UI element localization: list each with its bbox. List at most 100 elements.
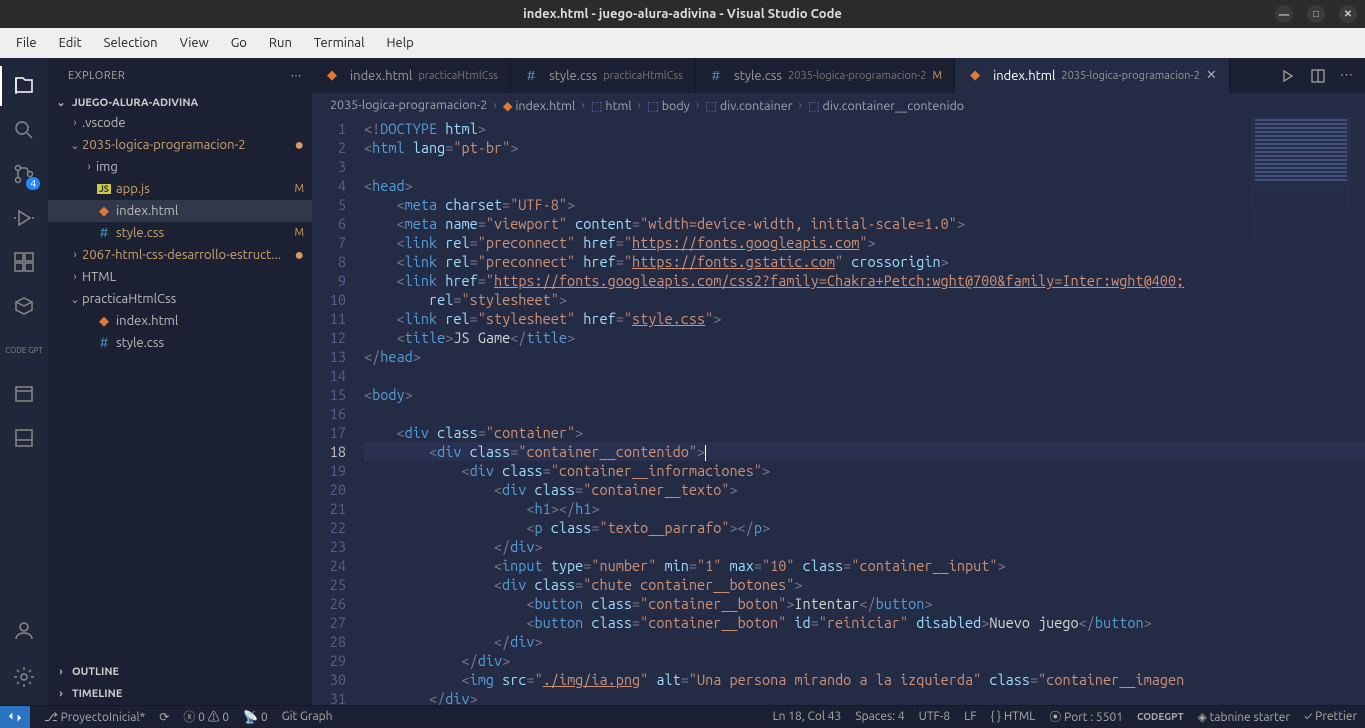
- code-content[interactable]: <!DOCTYPE html><html lang="pt-br"> <head…: [364, 117, 1365, 705]
- css-file-icon: #: [96, 336, 112, 350]
- tab-status: M: [933, 70, 943, 82]
- menu-run[interactable]: Run: [259, 32, 302, 54]
- status-encoding[interactable]: UTF-8: [919, 710, 950, 723]
- status-codegpt[interactable]: CODEGPT: [1137, 711, 1184, 722]
- tree-label: style.css: [116, 226, 290, 240]
- tab-desc: practicaHtmlCss: [418, 70, 498, 82]
- tree-label: index.html: [116, 204, 304, 218]
- tree-folder[interactable]: ⌄2035-logica-programacion-2●: [48, 134, 312, 156]
- chevron-icon: ›: [68, 271, 82, 283]
- tree-file[interactable]: #style.cssM: [48, 222, 312, 244]
- menu-terminal[interactable]: Terminal: [304, 32, 375, 54]
- activity-search[interactable]: [0, 110, 48, 150]
- close-button[interactable]: ✕: [1339, 5, 1357, 23]
- activity-settings[interactable]: [0, 657, 48, 697]
- timeline-section[interactable]: › TIMELINE: [48, 683, 312, 705]
- menu-go[interactable]: Go: [221, 32, 257, 54]
- chevron-icon: ⌄: [68, 293, 82, 306]
- status-eol[interactable]: LF: [964, 710, 976, 723]
- minimap[interactable]: [1251, 117, 1351, 277]
- css-file-icon: #: [708, 69, 724, 83]
- tree-folder[interactable]: ⌄practicaHtmlCss: [48, 288, 312, 310]
- breadcrumbs[interactable]: 2035-logica-programacion-2 › ◆ index.html ›…: [312, 93, 1365, 117]
- tree-folder[interactable]: ›2067-html-css-desarrollo-estruct...●: [48, 244, 312, 266]
- sidebar-more-icon[interactable]: ⋯: [291, 69, 303, 82]
- activity-codegpt[interactable]: CODE GPT: [0, 330, 48, 370]
- breadcrumb-sep: ›: [581, 98, 585, 112]
- breadcrumb-item[interactable]: ⬚ div.container__contenido: [808, 98, 964, 113]
- html-file-icon: ◆: [967, 68, 983, 83]
- tree-label: style.css: [116, 336, 304, 350]
- activity-explorer[interactable]: [0, 66, 48, 106]
- activity-panel[interactable]: [0, 418, 48, 458]
- run-icon[interactable]: [1280, 68, 1296, 84]
- breadcrumb-item[interactable]: ◆ index.html: [503, 98, 575, 113]
- sidebar-project-header[interactable]: ⌄ JUEGO-ALURA-ADIVINA: [48, 93, 312, 112]
- status-lncol[interactable]: Ln 18, Col 43: [773, 710, 842, 723]
- status-port[interactable]: ⦿ Port : 5501: [1049, 708, 1123, 725]
- activity-account[interactable]: [0, 611, 48, 651]
- breadcrumb-sep: ›: [493, 98, 497, 112]
- tab-desc: practicaHtmlCss: [603, 70, 683, 82]
- editor-tab[interactable]: ◆index.htmlpracticaHtmlCss: [312, 58, 511, 93]
- close-icon[interactable]: ✕: [1206, 68, 1217, 83]
- status-lang[interactable]: { } HTML: [991, 710, 1036, 723]
- breadcrumb-item[interactable]: ⬚ div.container: [705, 98, 792, 113]
- status-problems[interactable]: ⓧ 0 ⚠ 0: [183, 708, 229, 725]
- status-branch[interactable]: ⎇ ProyectoInicial*: [44, 710, 145, 724]
- breadcrumb-sep: ›: [638, 98, 642, 112]
- menu-file[interactable]: File: [6, 32, 47, 54]
- tree-file[interactable]: JSapp.jsM: [48, 178, 312, 200]
- html-file-icon: ◆: [96, 204, 112, 219]
- tree-folder[interactable]: ›img: [48, 156, 312, 178]
- chevron-icon: ›: [68, 249, 82, 261]
- status-sync[interactable]: ⟳: [159, 710, 169, 724]
- breadcrumb-sep: ›: [798, 98, 802, 112]
- editor-tab[interactable]: ◆index.html2035-logica-programacion-2✕: [955, 58, 1230, 93]
- html-file-icon: ◆: [324, 68, 340, 83]
- tree-file[interactable]: # style.css: [48, 332, 312, 354]
- tree-file[interactable]: ◆index.html: [48, 310, 312, 332]
- window-title: index.html - juego-alura-adivina - Visua…: [523, 7, 842, 21]
- minimize-button[interactable]: —: [1275, 5, 1293, 23]
- editor-tab[interactable]: #style.csspracticaHtmlCss: [511, 58, 696, 93]
- activity-extensions[interactable]: [0, 242, 48, 282]
- tree-label: 2067-html-css-desarrollo-estruct...: [82, 248, 294, 262]
- activity-scm[interactable]: 4: [0, 154, 48, 194]
- sidebar-title: EXPLORER ⋯: [48, 58, 312, 93]
- breadcrumb-item[interactable]: 2035-logica-programacion-2: [330, 98, 487, 112]
- editor-tabs: ◆index.htmlpracticaHtmlCss#style.cssprac…: [312, 58, 1365, 93]
- activity-docker[interactable]: [0, 286, 48, 326]
- chevron-icon: ⌄: [68, 139, 82, 152]
- tree-folder[interactable]: ›.vscode: [48, 112, 312, 134]
- status-signal[interactable]: 📡 0: [243, 710, 267, 724]
- breadcrumb-item[interactable]: ⬚ html: [591, 98, 632, 113]
- activity-project[interactable]: [0, 374, 48, 414]
- outline-section[interactable]: › OUTLINE: [48, 661, 312, 683]
- tree-folder[interactable]: ›HTML: [48, 266, 312, 288]
- breadcrumb-item[interactable]: ⬚ body: [647, 98, 690, 113]
- tree-label: app.js: [116, 182, 290, 196]
- editor-tab[interactable]: #style.css2035-logica-programacion-2M: [696, 58, 955, 93]
- tree-file[interactable]: ◆ index.html: [48, 200, 312, 222]
- remote-indicator[interactable]: [0, 706, 30, 728]
- menu-edit[interactable]: Edit: [49, 32, 92, 54]
- menu-selection[interactable]: Selection: [94, 32, 168, 54]
- git-status: M: [294, 227, 304, 239]
- status-gitgraph[interactable]: Git Graph: [282, 710, 333, 723]
- split-icon[interactable]: [1310, 68, 1326, 84]
- menu-help[interactable]: Help: [376, 32, 423, 54]
- status-tabnine[interactable]: ◈ tabnine starter: [1198, 710, 1290, 724]
- more-icon[interactable]: ⋯: [1340, 68, 1353, 83]
- file-tree: ›.vscode⌄2035-logica-programacion-2●›img…: [48, 112, 312, 661]
- tree-label: 2035-logica-programacion-2: [82, 138, 294, 152]
- code-editor[interactable]: 1234567891011121314151617181920212223242…: [312, 117, 1365, 705]
- menu-view[interactable]: View: [170, 32, 219, 54]
- status-spaces[interactable]: Spaces: 4: [855, 710, 904, 723]
- status-prettier[interactable]: ✓ Prettier: [1304, 710, 1357, 723]
- tree-label: .vscode: [82, 116, 304, 130]
- tabs-actions: ⋯: [1280, 58, 1365, 93]
- activity-run-debug[interactable]: [0, 198, 48, 238]
- maximize-button[interactable]: □: [1307, 5, 1325, 23]
- scm-badge: 4: [26, 177, 40, 190]
